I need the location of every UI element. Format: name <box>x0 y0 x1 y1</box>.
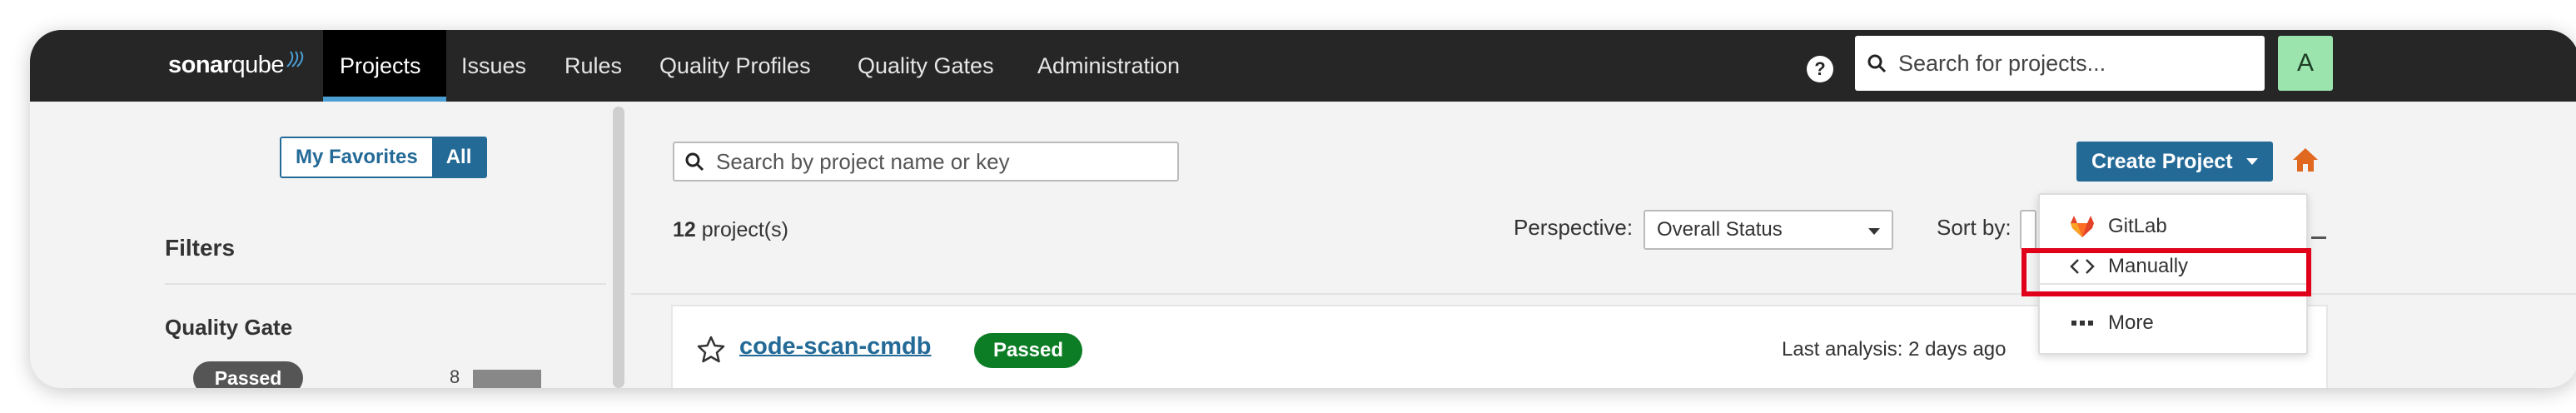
create-project-label: Create Project <box>2091 150 2233 173</box>
perspective-label: Perspective: <box>1514 215 1634 240</box>
quality-gate-passed-bar <box>473 370 541 388</box>
home-icon[interactable] <box>2291 147 2320 173</box>
chevron-down-icon <box>1868 228 1880 235</box>
sort-label: Sort by: <box>1937 215 2012 240</box>
app-window: sonar qube Projects Issues Rules Quality … <box>30 30 2576 388</box>
sort-select[interactable] <box>2020 210 2036 250</box>
nav-issues[interactable]: Issues <box>461 30 526 102</box>
sort-direction-icon[interactable] <box>2311 236 2326 239</box>
project-name-link[interactable]: code-scan-cmdb <box>739 333 931 361</box>
search-icon <box>685 152 704 172</box>
my-favorites-button[interactable]: My Favorites <box>281 138 432 177</box>
quality-gate-passed-count: 8 <box>450 366 460 387</box>
last-analysis-text: Last analysis: 2 days ago <box>1782 338 2007 361</box>
logo-waves-icon <box>286 51 304 67</box>
quality-gate-passed-option[interactable]: Passed <box>193 361 303 388</box>
filters-title: Filters <box>165 235 236 261</box>
logo-text-bold: sonar <box>168 51 232 78</box>
global-search-placeholder: Search for projects... <box>1898 50 2106 76</box>
menu-item-gitlab[interactable]: GitLab <box>2040 206 2306 246</box>
perspective-select[interactable]: Overall Status <box>1644 210 1893 250</box>
menu-item-more[interactable]: More <box>2040 303 2306 343</box>
perspective-value: Overall Status <box>1657 218 1783 241</box>
status-badge: Passed <box>974 333 1082 368</box>
nav-quality-gates[interactable]: Quality Gates <box>858 30 994 102</box>
help-icon[interactable]: ? <box>1807 56 1833 82</box>
menu-item-gitlab-label: GitLab <box>2108 215 2167 237</box>
chevron-down-icon <box>2246 158 2258 165</box>
global-search-input[interactable]: Search for projects... <box>1855 36 2265 91</box>
quality-gate-facet-title: Quality Gate <box>165 315 293 340</box>
logo-text-regular: qube <box>231 51 284 78</box>
all-button[interactable]: All <box>431 138 486 177</box>
avatar[interactable]: A <box>2278 36 2333 91</box>
sidebar-scrollbar[interactable] <box>613 107 624 388</box>
gitlab-icon <box>2071 216 2094 237</box>
search-icon <box>1867 54 1887 73</box>
project-search-placeholder: Search by project name or key <box>716 148 1010 174</box>
nav-projects[interactable]: Projects <box>323 30 446 102</box>
highlight-box <box>2022 248 2311 296</box>
favorites-toggle: My Favorites All <box>280 137 488 178</box>
nav-quality-profiles[interactable]: Quality Profiles <box>659 30 811 102</box>
nav-rules[interactable]: Rules <box>564 30 622 102</box>
menu-item-more-label: More <box>2108 311 2154 334</box>
filters-divider <box>165 283 606 285</box>
sonarqube-logo[interactable]: sonar qube <box>168 48 307 82</box>
project-search-input[interactable]: Search by project name or key <box>673 142 1179 182</box>
project-count: 12 project(s) <box>673 218 788 242</box>
nav-administration[interactable]: Administration <box>1037 30 1180 102</box>
more-icon <box>2071 321 2093 326</box>
favorite-star-icon[interactable] <box>696 335 726 365</box>
project-count-number: 12 <box>673 218 696 241</box>
top-nav: sonar qube Projects Issues Rules Quality … <box>30 30 2576 102</box>
create-project-button[interactable]: Create Project <box>2076 142 2273 182</box>
project-count-suffix: project(s) <box>695 218 788 241</box>
